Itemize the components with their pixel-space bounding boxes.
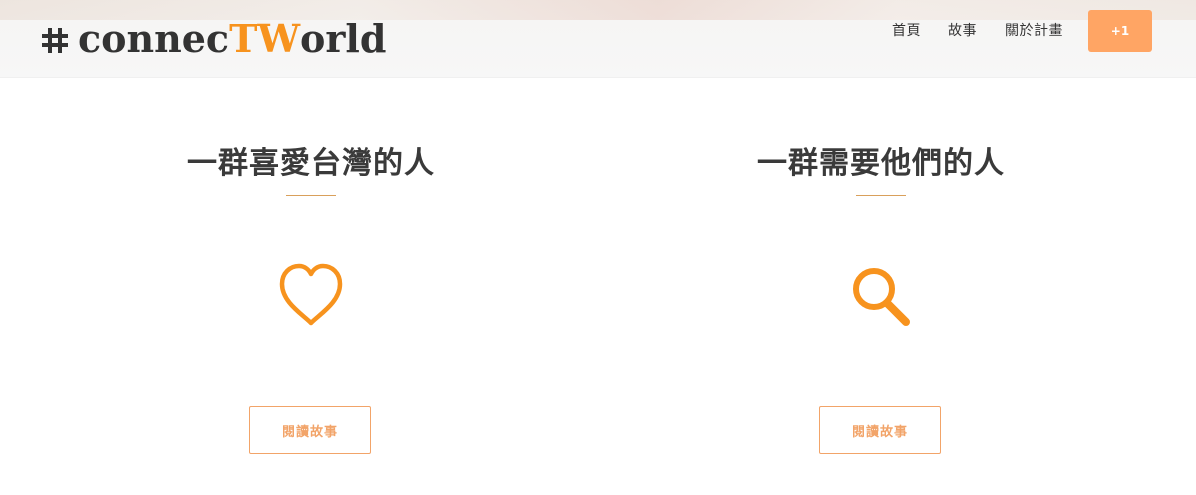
hashtag-icon <box>42 28 68 53</box>
logo-text-prefix: connec <box>78 15 230 61</box>
site-logo[interactable]: connec TW orld <box>40 14 386 62</box>
column-title: 一群需要他們的人 <box>757 146 1005 181</box>
column-needers: 一群需要他們的人 閱讀故事 <box>681 120 1081 480</box>
column-lovers: 一群喜愛台灣的人 閱讀故事 <box>111 120 511 480</box>
nav-home[interactable]: 首頁 <box>892 20 921 42</box>
column-title: 一群喜愛台灣的人 <box>187 146 435 181</box>
search-icon <box>853 268 910 326</box>
nav-story[interactable]: 故事 <box>948 20 977 42</box>
title-divider <box>286 195 336 196</box>
read-story-button[interactable]: 閱讀故事 <box>819 406 941 454</box>
title-divider <box>856 195 906 196</box>
page: connec TW orld 首頁 故事 關於計畫 +1 一群喜愛台灣的人 閱讀故事… <box>0 0 1196 495</box>
heart-icon <box>279 263 343 326</box>
plus-one-button[interactable]: +1 <box>1088 10 1152 52</box>
read-story-button[interactable]: 閱讀故事 <box>249 406 371 454</box>
nav-about[interactable]: 關於計畫 <box>1005 20 1063 42</box>
logo-text-suffix: orld <box>300 15 387 61</box>
site-header: connec TW orld 首頁 故事 關於計畫 +1 <box>0 0 1196 78</box>
logo-text-accent: TW <box>229 15 301 61</box>
